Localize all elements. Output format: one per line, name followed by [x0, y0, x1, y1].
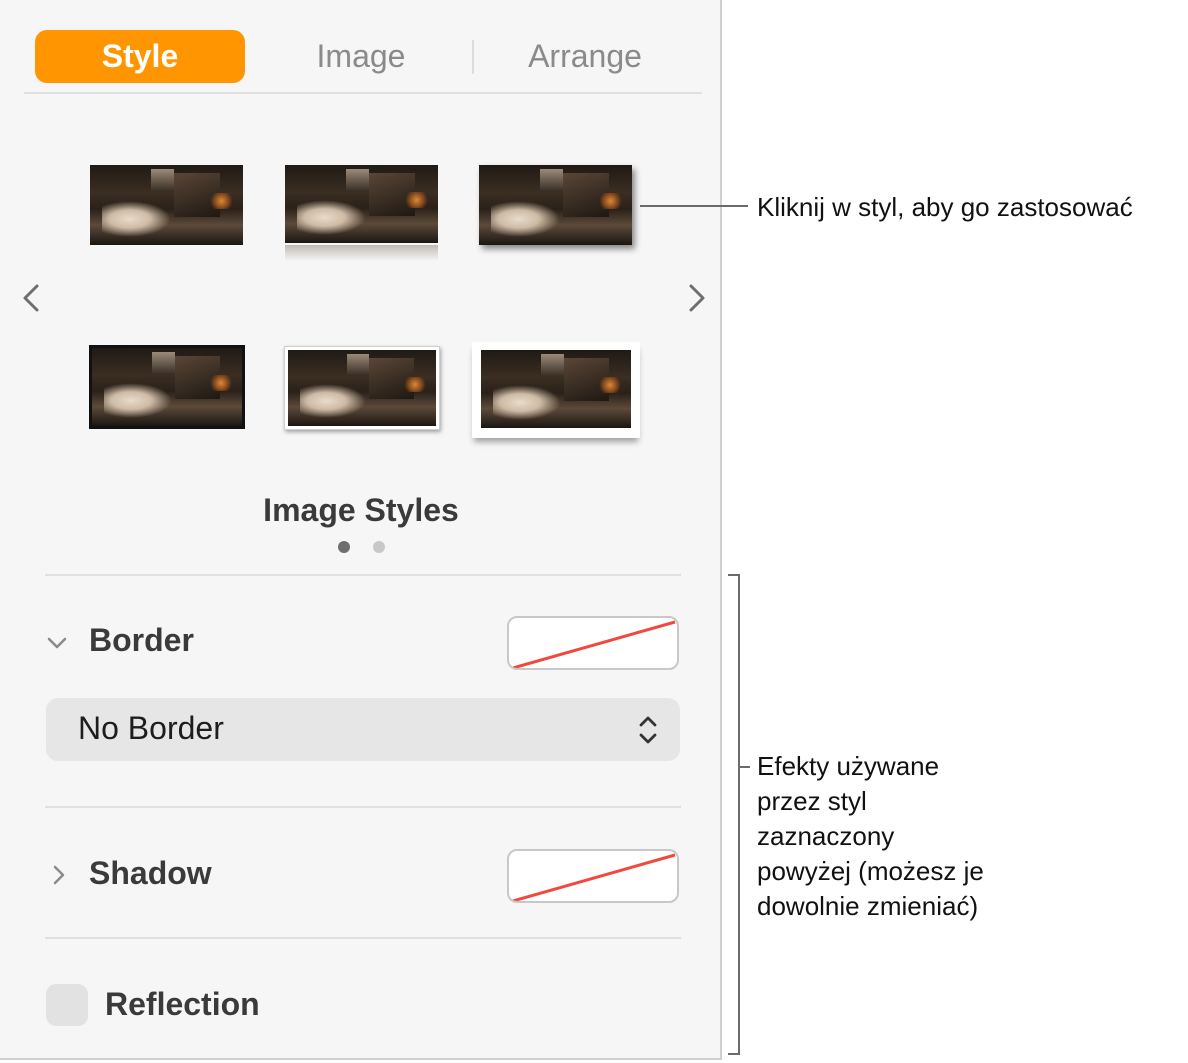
border-color-well[interactable]: [507, 616, 679, 670]
callout-apply-style: Kliknij w styl, aby go zastosować: [757, 192, 1133, 222]
callout-bracket-bottom: [728, 1053, 740, 1055]
tab-image[interactable]: Image: [256, 30, 466, 83]
tabs-divider: [24, 92, 702, 94]
section-divider: [45, 574, 681, 576]
section-divider: [45, 806, 681, 808]
image-style-2[interactable]: [285, 165, 438, 265]
shadow-disclosure-chevron-right-icon[interactable]: [48, 864, 70, 886]
style-thumbnail-image: [285, 165, 438, 243]
image-style-1[interactable]: [90, 165, 243, 245]
up-down-chevron-icon: [636, 712, 660, 748]
reflection-effect: [285, 245, 438, 261]
image-style-4[interactable]: [89, 345, 245, 429]
style-thumbnail-image: [90, 165, 243, 245]
reflection-label[interactable]: Reflection: [105, 986, 260, 1023]
border-style-dropdown[interactable]: No Border: [46, 698, 680, 761]
callout-bracket-tick: [740, 766, 750, 768]
shadow-color-well[interactable]: [507, 849, 679, 903]
callout-effects-line: zaznaczony: [757, 821, 895, 851]
previous-page-arrow-icon[interactable]: [12, 278, 52, 318]
callout-bracket-top: [728, 574, 740, 576]
border-disclosure-chevron-down-icon[interactable]: [46, 632, 68, 654]
border-label[interactable]: Border: [89, 622, 194, 659]
style-thumbnail-image: [288, 350, 436, 426]
callout-effects-line: powyżej (możesz je: [757, 856, 984, 886]
style-thumbnail-image: [92, 348, 242, 426]
tab-style[interactable]: Style: [35, 30, 245, 83]
callout-leader-line: [640, 205, 748, 207]
image-style-3[interactable]: [479, 165, 634, 249]
border-style-value: No Border: [78, 710, 224, 746]
callout-effects-line: Efekty używane: [757, 751, 940, 781]
callout-effects-line: przez styl: [757, 786, 867, 816]
page-dot-1[interactable]: [338, 541, 350, 553]
callout-effects-line: dowolnie zmieniać): [757, 891, 979, 921]
format-sidebar: Style Image Arrange Image Styles Border …: [0, 0, 722, 1060]
image-styles-title: Image Styles: [263, 492, 459, 528]
page-dot-2[interactable]: [373, 541, 385, 553]
next-page-arrow-icon[interactable]: [676, 278, 716, 318]
tab-arrange[interactable]: Arrange: [480, 30, 690, 83]
callout-bracket: [738, 574, 740, 1055]
style-thumbnail-image: [479, 165, 632, 245]
style-thumbnail-image: [481, 350, 631, 428]
shadow-label[interactable]: Shadow: [89, 855, 212, 892]
tab-divider: [472, 40, 474, 74]
image-style-6[interactable]: [472, 342, 642, 446]
image-style-5[interactable]: [284, 346, 442, 432]
reflection-checkbox[interactable]: [46, 984, 88, 1026]
section-divider: [45, 937, 681, 939]
